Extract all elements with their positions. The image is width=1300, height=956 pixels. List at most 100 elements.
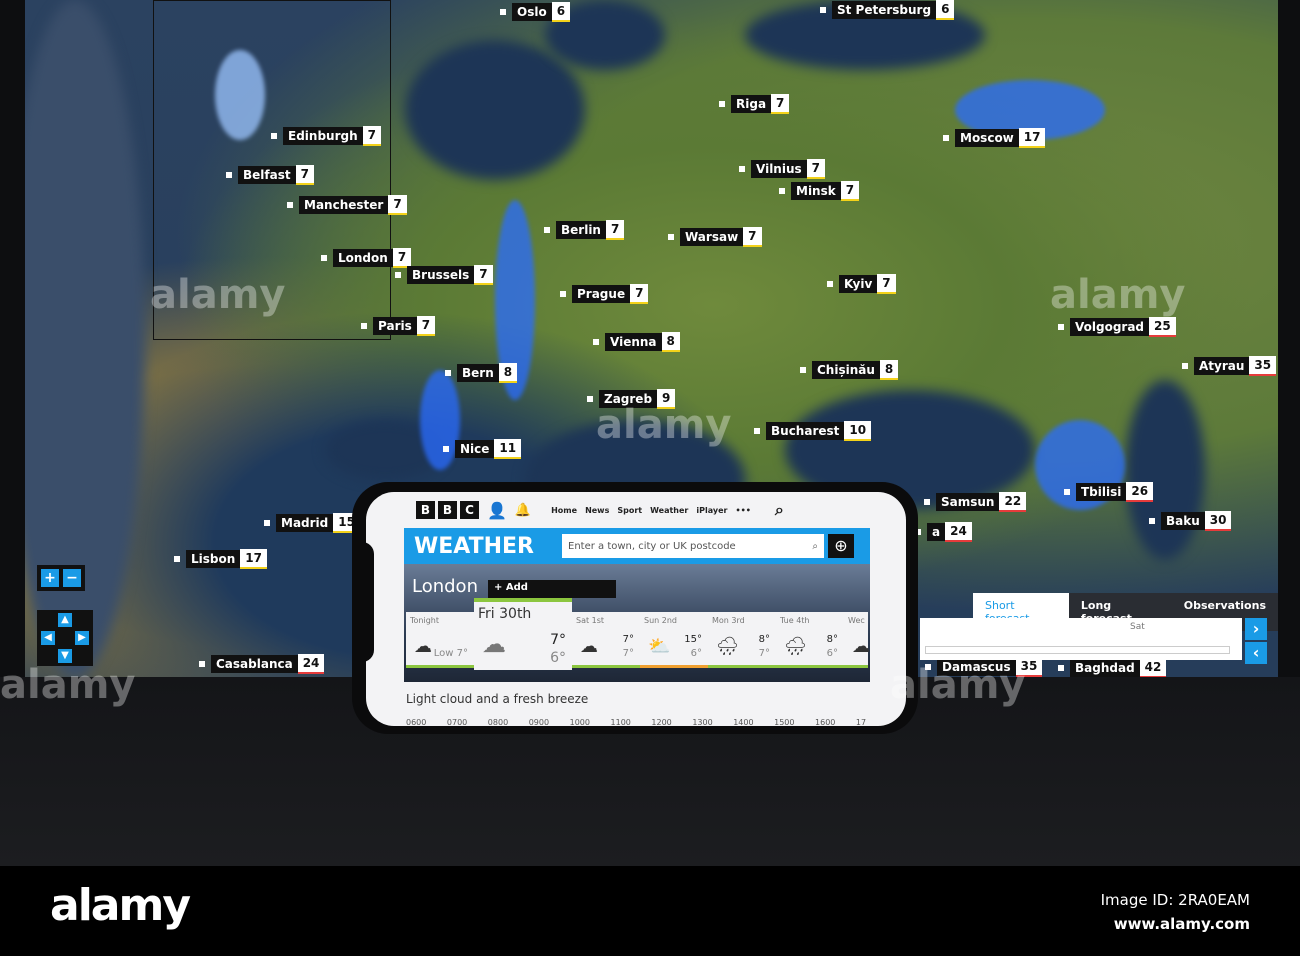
city-marker[interactable]: Vilnius 7 [739, 159, 826, 179]
nav-weather[interactable]: Weather [650, 506, 688, 515]
forecast-day-tab[interactable]: Tonight ☁ Low 7° [406, 612, 474, 668]
city-temperature: 11 [494, 439, 522, 459]
day-high: 7° [550, 632, 566, 648]
search-icon[interactable]: ⌕ [812, 541, 818, 552]
timeline-prev-button[interactable]: ‹ [1245, 642, 1267, 664]
forecast-day-tab[interactable]: Wec ☁ [844, 612, 870, 668]
pan-down-icon[interactable]: ▼ [58, 649, 72, 663]
nav-home[interactable]: Home [551, 506, 577, 515]
city-marker[interactable]: Tbilisi 26 [1064, 482, 1154, 502]
day-label: Tonight [410, 616, 439, 625]
locate-me-icon[interactable]: ⊕ [828, 534, 854, 558]
pan-right-icon[interactable]: ▶ [75, 631, 89, 645]
city-name: Oslo [512, 3, 552, 21]
zoom-out-button[interactable]: − [63, 569, 81, 587]
city-marker[interactable]: Minsk 7 [779, 181, 860, 201]
city-marker[interactable]: Kyiv 7 [827, 274, 896, 294]
city-marker[interactable]: Paris 7 [361, 316, 436, 336]
city-marker[interactable]: Oslo 6 [500, 2, 571, 22]
forecast-day-tab[interactable]: Sat 1st ☁ 7° 7° [572, 612, 640, 668]
pan-up-icon[interactable]: ▲ [58, 613, 72, 627]
city-dot-icon [445, 370, 451, 376]
forecast-day-tab[interactable]: Sun 2nd ⛅ 15° 6° [640, 612, 708, 668]
city-dot-icon [754, 428, 760, 434]
nav-more[interactable]: ••• [735, 506, 750, 515]
city-name: Prague [572, 285, 631, 303]
city-marker[interactable]: St Petersburg 6 [820, 0, 955, 20]
city-name: Manchester [299, 196, 389, 214]
city-marker[interactable]: Madrid 15 [264, 513, 360, 533]
city-dot-icon [287, 202, 293, 208]
city-temperature: 7 [840, 181, 860, 201]
account-icon[interactable]: 👤 [487, 501, 507, 520]
watermark-overlay: alamy [0, 662, 136, 708]
city-name: Minsk [791, 182, 841, 200]
city-temperature: 8 [498, 363, 518, 383]
city-marker[interactable]: Riga 7 [719, 94, 790, 114]
city-marker[interactable]: Bern 8 [445, 363, 518, 383]
city-dot-icon [395, 272, 401, 278]
forecast-day-tab[interactable]: Fri 30th ☁ 7° 6° [474, 598, 572, 670]
cloud-icon: ☁ [580, 636, 598, 657]
city-temperature: 7 [295, 165, 314, 185]
city-dot-icon [361, 323, 367, 329]
city-dot-icon [226, 172, 232, 178]
city-marker[interactable]: Warsaw 7 [668, 227, 762, 247]
bbc-logo[interactable]: B B C [416, 501, 479, 519]
city-name: Casablanca [211, 655, 298, 673]
city-name: Vienna [605, 333, 662, 351]
city-marker[interactable]: Berlin 7 [544, 220, 625, 240]
forecast-description: Light cloud and a fresh breeze [406, 692, 589, 706]
city-marker[interactable]: Brussels 7 [395, 265, 493, 285]
city-marker[interactable]: a 24 [915, 522, 972, 542]
search-icon[interactable]: ⌕ [775, 500, 784, 520]
city-marker[interactable]: Baghdad 42 [1058, 658, 1167, 677]
timeline-slider[interactable]: Sat [920, 618, 1242, 660]
timeline-track[interactable] [925, 646, 1230, 654]
forecast-days: Tonight ☁ Low 7° Fri 30th ☁ 7° 6° Sat 1st ☁ 7° 7° S… [406, 598, 870, 670]
city-marker[interactable]: Lisbon 17 [174, 549, 267, 569]
watermark-overlay: alamy [1050, 272, 1186, 318]
city-name: Bern [457, 364, 499, 382]
day-label: Tue 4th [780, 616, 810, 625]
city-marker[interactable]: Volgograd 25 [1058, 317, 1176, 337]
timeline-next-button[interactable]: › [1245, 618, 1267, 640]
city-dot-icon [779, 188, 785, 194]
city-temperature: 26 [1126, 482, 1154, 502]
location-search-input[interactable]: Enter a town, city or UK postcode ⌕ [562, 534, 824, 558]
city-marker[interactable]: Manchester 7 [287, 195, 407, 215]
city-marker[interactable]: Nice 11 [443, 439, 522, 459]
city-temperature: 10 [844, 421, 872, 441]
bbc-letter: B [438, 501, 457, 519]
forecast-day-tab[interactable]: Mon 3rd 🌧 8° 7° [708, 612, 776, 668]
city-marker[interactable]: Baku 30 [1149, 511, 1232, 531]
city-marker[interactable]: Chișinău 8 [800, 360, 899, 380]
city-temperature: 7 [806, 159, 826, 179]
city-dot-icon [544, 227, 550, 233]
cloud-icon: ☁ [852, 636, 870, 657]
city-marker[interactable]: Samsun 22 [924, 492, 1027, 512]
notifications-bell-icon[interactable]: 🔔 [515, 503, 531, 518]
city-dot-icon [924, 499, 930, 505]
pan-left-icon[interactable]: ◀ [41, 631, 55, 645]
city-temperature: 22 [999, 492, 1027, 512]
city-name: Volgograd [1070, 318, 1150, 336]
city-marker[interactable]: Bucharest 10 [754, 421, 872, 441]
city-marker[interactable]: Belfast 7 [226, 165, 314, 185]
day-low: 6° [550, 650, 566, 666]
nav-news[interactable]: News [585, 506, 609, 515]
city-marker[interactable]: Casablanca 24 [199, 654, 325, 674]
location-name: London [412, 576, 478, 597]
add-location-button[interactable]: + Add [488, 580, 616, 598]
nav-iplayer[interactable]: iPlayer [696, 506, 727, 515]
city-marker[interactable]: Edinburgh 7 [271, 126, 381, 146]
rain-cloud-icon: 🌧 [784, 636, 807, 657]
city-marker[interactable]: Atyrau 35 [1182, 356, 1277, 376]
city-marker[interactable]: Vienna 8 [593, 332, 680, 352]
zoom-in-button[interactable]: + [41, 569, 59, 587]
nav-sport[interactable]: Sport [617, 506, 642, 515]
city-marker[interactable]: Moscow 17 [943, 128, 1046, 148]
city-dot-icon [560, 291, 566, 297]
forecast-day-tab[interactable]: Tue 4th 🌧 8° 6° [776, 612, 844, 668]
city-marker[interactable]: Prague 7 [560, 284, 649, 304]
